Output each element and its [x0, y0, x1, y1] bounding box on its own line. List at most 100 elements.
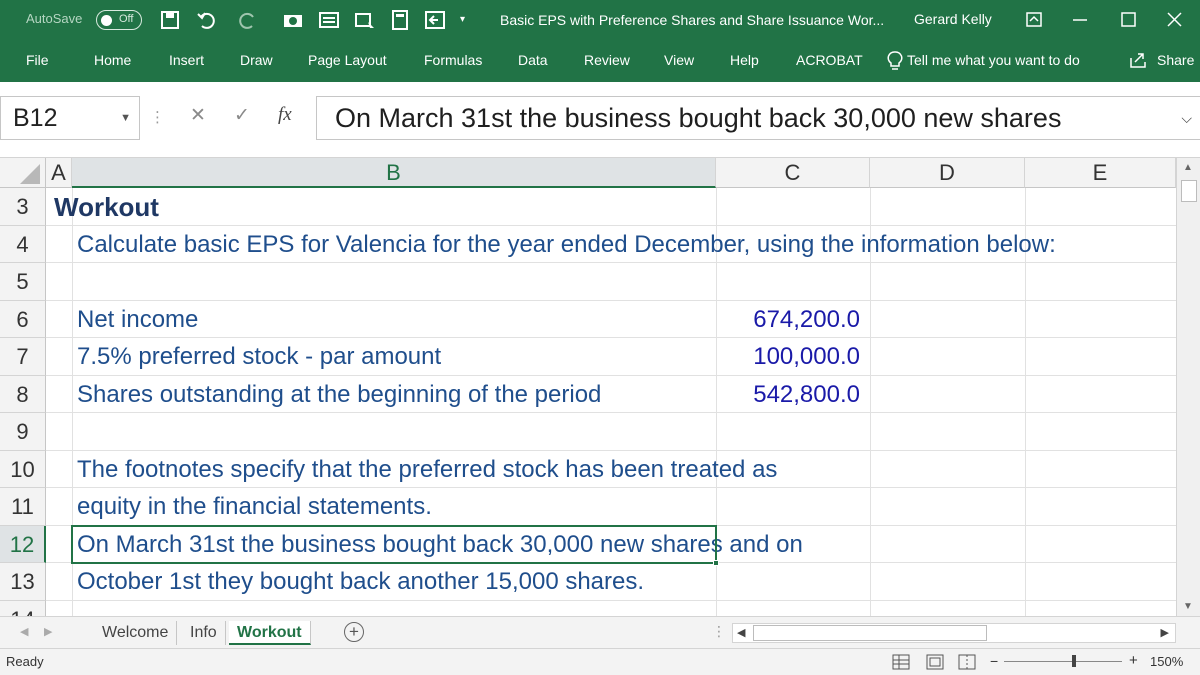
- cell-b11[interactable]: equity in the financial statements.: [77, 488, 432, 526]
- autosave-label: AutoSave: [26, 11, 83, 26]
- cell-b10[interactable]: The footnotes specify that the preferred…: [77, 451, 777, 489]
- column-header-e[interactable]: E: [1025, 158, 1176, 188]
- tab-review[interactable]: Review: [584, 52, 630, 68]
- scroll-left-icon[interactable]: ◀: [737, 626, 745, 639]
- zoom-in-icon[interactable]: +: [1129, 652, 1138, 669]
- tab-acrobat[interactable]: ACROBAT: [796, 52, 863, 68]
- fill-handle[interactable]: [713, 559, 719, 566]
- scroll-down-icon[interactable]: ▼: [1183, 601, 1193, 612]
- zoom-level[interactable]: 150%: [1150, 654, 1183, 669]
- vertical-scrollbar[interactable]: ▲ ▼: [1176, 158, 1200, 616]
- form-icon[interactable]: [318, 8, 340, 32]
- row-header-10[interactable]: 10: [0, 450, 46, 488]
- tell-me-search[interactable]: Tell me what you want to do: [907, 52, 1080, 68]
- row-header-3[interactable]: 3: [0, 188, 46, 226]
- ribbon-tabs: File Home Insert Draw Page Layout Formul…: [0, 40, 1200, 82]
- worksheet-grid[interactable]: A B C D E 3 4 5 6 7 8 9 10 11 12 13 14 W…: [0, 158, 1176, 616]
- cell-c6[interactable]: 674,200.0: [716, 301, 860, 339]
- row-header-12[interactable]: 12: [0, 525, 46, 563]
- page-layout-view-icon[interactable]: [926, 654, 944, 673]
- cell-a3[interactable]: Workout: [54, 189, 159, 227]
- cell-b8[interactable]: Shares outstanding at the beginning of t…: [77, 376, 601, 414]
- horizontal-scroll-thumb[interactable]: [753, 625, 987, 641]
- cell-c8[interactable]: 542,800.0: [716, 376, 860, 414]
- scroll-sheets-left-icon[interactable]: ◀: [20, 625, 28, 638]
- tab-help[interactable]: Help: [730, 52, 759, 68]
- sheet-tab-info[interactable]: Info: [182, 621, 226, 645]
- row-header-13[interactable]: 13: [0, 563, 46, 601]
- name-box[interactable]: B12 ▼: [0, 96, 140, 140]
- redo-icon[interactable]: [238, 8, 258, 32]
- zoom-out-icon[interactable]: −: [990, 653, 998, 669]
- cell-b13[interactable]: October 1st they bought back another 15,…: [77, 563, 644, 601]
- scroll-thumb[interactable]: [1181, 180, 1197, 202]
- camera-icon[interactable]: [282, 8, 304, 32]
- shape-icon[interactable]: [354, 8, 376, 32]
- share-icon[interactable]: [1128, 50, 1148, 73]
- user-name[interactable]: Gerard Kelly: [914, 11, 992, 27]
- tab-view[interactable]: View: [664, 52, 694, 68]
- cell-c7[interactable]: 100,000.0: [716, 338, 860, 376]
- zoom-slider[interactable]: [1004, 655, 1122, 667]
- calculator-icon[interactable]: [390, 8, 410, 32]
- name-box-value: B12: [13, 104, 58, 132]
- lightbulb-icon: [886, 50, 904, 75]
- column-header-b[interactable]: B: [72, 158, 716, 188]
- cell-b4[interactable]: Calculate basic EPS for Valencia for the…: [77, 226, 1056, 264]
- autosave-toggle[interactable]: Off: [96, 10, 142, 30]
- expand-formula-icon[interactable]: ⌵: [1181, 97, 1192, 139]
- save-icon[interactable]: [160, 8, 180, 32]
- customize-qat-icon[interactable]: ▾: [460, 8, 465, 32]
- scroll-sheets-right-icon[interactable]: ▶: [44, 625, 52, 638]
- column-header-a[interactable]: A: [46, 158, 72, 188]
- add-sheet-icon[interactable]: +: [344, 622, 364, 642]
- toggle-knob: [101, 15, 112, 26]
- close-icon[interactable]: [1158, 6, 1190, 34]
- row-header-6[interactable]: 6: [0, 300, 46, 338]
- undo-icon[interactable]: [196, 8, 216, 32]
- row-header-14[interactable]: 14: [0, 600, 46, 616]
- cancel-icon[interactable]: ✕: [190, 104, 206, 127]
- tab-home[interactable]: Home: [94, 52, 131, 68]
- row-header-8[interactable]: 8: [0, 375, 46, 413]
- ribbon-display-icon[interactable]: [1018, 6, 1050, 34]
- enter-icon[interactable]: ✓: [234, 104, 250, 127]
- page-break-view-icon[interactable]: [958, 654, 976, 673]
- tab-file[interactable]: File: [26, 52, 49, 68]
- cell-b7[interactable]: 7.5% preferred stock - par amount: [77, 338, 441, 376]
- document-title: Basic EPS with Preference Shares and Sha…: [500, 12, 885, 28]
- row-header-7[interactable]: 7: [0, 338, 46, 376]
- select-all-button[interactable]: [0, 158, 46, 188]
- tab-data[interactable]: Data: [518, 52, 548, 68]
- sheet-tab-workout[interactable]: Workout: [229, 621, 311, 645]
- back-icon[interactable]: [424, 8, 446, 32]
- horizontal-scrollbar[interactable]: ◀ ▶: [732, 623, 1176, 643]
- share-button[interactable]: Share: [1157, 52, 1194, 68]
- normal-view-icon[interactable]: [892, 654, 910, 673]
- tab-draw[interactable]: Draw: [240, 52, 273, 68]
- formula-content: On March 31st the business bought back 3…: [335, 103, 1062, 133]
- scroll-up-icon[interactable]: ▲: [1183, 162, 1193, 173]
- scroll-right-icon[interactable]: ▶: [1161, 626, 1169, 639]
- formula-input[interactable]: On March 31st the business bought back 3…: [316, 96, 1200, 140]
- maximize-icon[interactable]: [1112, 6, 1144, 34]
- minimize-icon[interactable]: [1064, 6, 1096, 34]
- row-header-9[interactable]: 9: [0, 413, 46, 451]
- zoom-slider-thumb[interactable]: [1072, 655, 1076, 667]
- insert-function-icon[interactable]: fx: [278, 104, 292, 126]
- sheet-tab-welcome[interactable]: Welcome: [94, 621, 178, 645]
- formula-bar: B12 ▼ ⋮ ✕ ✓ fx On March 31st the busines…: [0, 82, 1200, 158]
- resize-dots-icon[interactable]: ⋮: [150, 108, 165, 126]
- column-header-d[interactable]: D: [870, 158, 1025, 188]
- row-header-11[interactable]: 11: [0, 488, 46, 526]
- chevron-down-icon[interactable]: ▼: [120, 97, 131, 139]
- row-header-4[interactable]: 4: [0, 225, 46, 263]
- active-cell-selection[interactable]: [71, 524, 719, 566]
- tab-formulas[interactable]: Formulas: [424, 52, 482, 68]
- row-header-5[interactable]: 5: [0, 263, 46, 301]
- column-header-c[interactable]: C: [716, 158, 870, 188]
- cell-b6[interactable]: Net income: [77, 301, 198, 339]
- tab-insert[interactable]: Insert: [169, 52, 204, 68]
- tab-split-handle-icon[interactable]: ⋮: [712, 623, 726, 640]
- tab-page-layout[interactable]: Page Layout: [308, 52, 387, 68]
